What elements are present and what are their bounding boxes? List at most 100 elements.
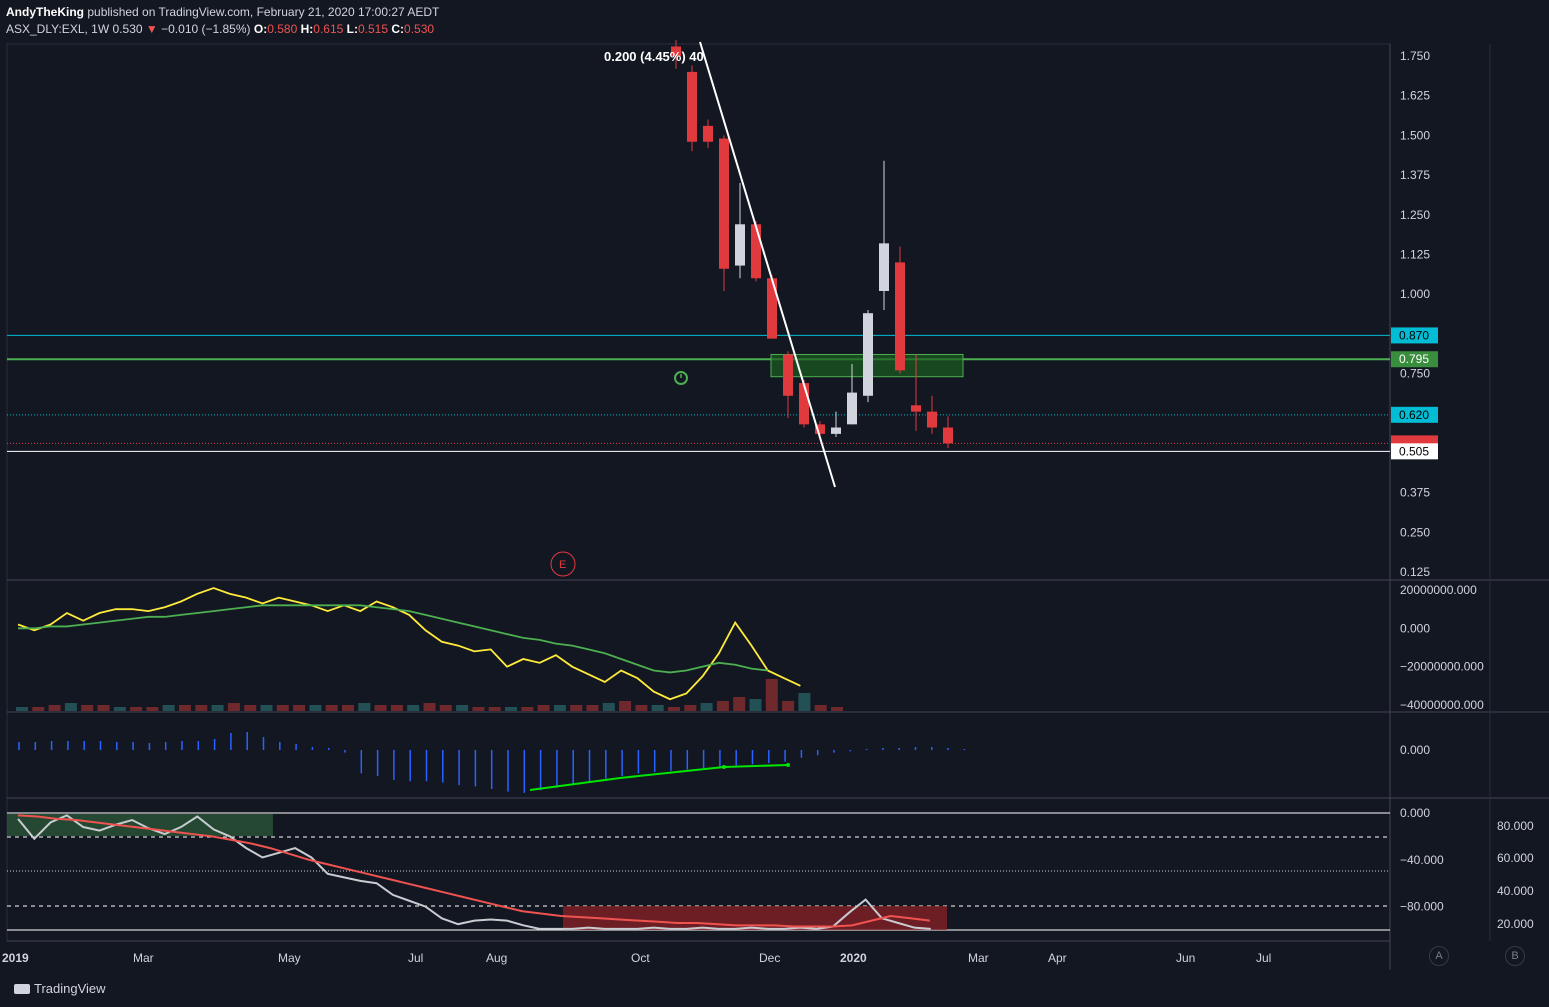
- volume-bar: [553, 705, 566, 711]
- volume-bar: [456, 705, 469, 711]
- price-tick-label: 1.125: [1400, 247, 1430, 261]
- candle-body: [687, 71, 697, 142]
- volume-bar: [390, 705, 403, 711]
- earnings-event-label: E: [559, 559, 566, 571]
- time-tick-label: Oct: [631, 951, 650, 965]
- oscillator-tick-label: −40.000: [1400, 853, 1444, 867]
- price-tag-0505: 0.505: [1399, 444, 1429, 458]
- volume-bar: [733, 697, 746, 711]
- publish-info: AndyTheKing published on TradingView.com…: [6, 5, 439, 19]
- candle-body: [879, 243, 889, 291]
- time-tick-label: Aug: [486, 951, 507, 965]
- candle-body: [863, 313, 873, 396]
- symbol-ohlc-line: ASX_DLY:EXL, 1W 0.530 ▼ −0.010 (−1.85%) …: [6, 22, 434, 36]
- close-value: 0.530: [404, 22, 435, 36]
- time-tick-label: Mar: [968, 951, 989, 965]
- candle-body: [719, 138, 729, 269]
- volume-bar: [635, 705, 648, 711]
- volume-bar: [521, 707, 534, 711]
- symbol-name[interactable]: ASX_DLY:EXL, 1W: [6, 22, 109, 36]
- candle-body: [847, 392, 857, 425]
- candle-body: [703, 125, 713, 142]
- volume-bar: [244, 705, 257, 711]
- volume-bar: [276, 705, 289, 711]
- price-tag-0795: 0.795: [1399, 352, 1429, 366]
- measure-annotation: 0.200 (4.45%) 40: [604, 49, 704, 64]
- time-tick-label: Jul: [1256, 951, 1271, 965]
- volume-bar: [488, 707, 501, 711]
- volume-bar: [798, 693, 811, 711]
- candle-body: [895, 262, 905, 371]
- volume-bar: [407, 705, 420, 711]
- volume-bar: [439, 705, 452, 711]
- volume-bar: [602, 703, 615, 711]
- volume-bar: [179, 705, 191, 711]
- price-tag-0620: 0.620: [1399, 408, 1429, 422]
- time-tick-label: Jul: [408, 951, 423, 965]
- volume-bar: [814, 705, 827, 711]
- time-tick-label: Mar: [133, 951, 154, 965]
- volume-bar: [423, 703, 436, 711]
- volume-bar: [619, 701, 632, 711]
- last-price: 0.530: [112, 22, 143, 36]
- volume-oscillator-line: [17, 587, 801, 701]
- down-arrow-icon: ▼: [145, 22, 158, 36]
- candle-body: [799, 383, 809, 425]
- volume-bar: [782, 701, 795, 711]
- scale-auto-button[interactable]: A: [1429, 946, 1449, 966]
- author-name[interactable]: AndyTheKing: [6, 5, 84, 19]
- volume-bar: [162, 705, 175, 711]
- oscillator-right-tick-label: 80.000: [1497, 819, 1534, 833]
- oscillator-right-tick-label: 40.000: [1497, 884, 1534, 898]
- high-label: H:: [300, 22, 314, 36]
- brand-label: TradingView: [34, 981, 106, 996]
- volume-bar: [227, 703, 240, 711]
- price-tag-0870: 0.870: [1399, 328, 1429, 342]
- volume-bar: [374, 705, 387, 711]
- volume-tick-label: 20000000.000: [1400, 583, 1477, 597]
- volume-bar: [749, 699, 762, 711]
- candle-body: [831, 427, 841, 434]
- volume-bar: [293, 705, 306, 711]
- volume-tick-label: 0.000: [1400, 621, 1430, 635]
- low-value: 0.515: [357, 22, 388, 36]
- publish-text: published on TradingView.com, February 2…: [87, 5, 440, 19]
- volume-bar: [64, 703, 77, 711]
- price-tick-label: 1.500: [1400, 128, 1430, 142]
- footer-bar: [0, 970, 1549, 1007]
- volume-bar: [195, 705, 208, 711]
- candle-body: [735, 224, 745, 266]
- chart-canvas: 1.750 1.625 1.500 1.375 1.250 1.125 1.000 0.750…: [2, 40, 1549, 970]
- volume-bar: [81, 705, 94, 711]
- volume-bar: [716, 701, 729, 711]
- tradingview-logo[interactable]: TradingView: [14, 981, 106, 996]
- volume-bar: [537, 705, 550, 711]
- close-label: C:: [391, 22, 405, 36]
- volume-bar: [97, 705, 110, 711]
- volume-bar: [700, 703, 713, 711]
- low-label: L:: [346, 22, 358, 36]
- volume-bar: [16, 707, 28, 711]
- price-tick-label: 0.750: [1400, 367, 1430, 381]
- volume-bar: [113, 707, 126, 711]
- volume-bar: [342, 705, 354, 711]
- volume-bar: [505, 707, 517, 711]
- price-tick-label: 0.375: [1400, 486, 1430, 500]
- scale-b-button[interactable]: B: [1505, 946, 1525, 966]
- time-tick-label: Dec: [759, 951, 780, 965]
- divergence-point: [786, 763, 790, 767]
- volume-bar: [586, 705, 599, 711]
- volume-bar: [651, 705, 664, 711]
- time-tick-label: 2020: [840, 951, 867, 965]
- histogram-pane-frame: [6, 711, 1391, 799]
- volume-bar: [684, 705, 697, 711]
- time-tick-label: 2019: [2, 951, 29, 965]
- histogram-tick-label: 0.000: [1400, 743, 1430, 757]
- volume-tick-label: −40000000.000: [1400, 698, 1484, 712]
- volume-pane-frame: [6, 579, 1391, 713]
- time-tick-label: Jun: [1176, 951, 1195, 965]
- time-tick-label: May: [278, 951, 301, 965]
- volume-bar: [831, 707, 843, 711]
- volume-bar: [130, 707, 143, 711]
- oscillator-tick-label: −80.000: [1400, 900, 1444, 914]
